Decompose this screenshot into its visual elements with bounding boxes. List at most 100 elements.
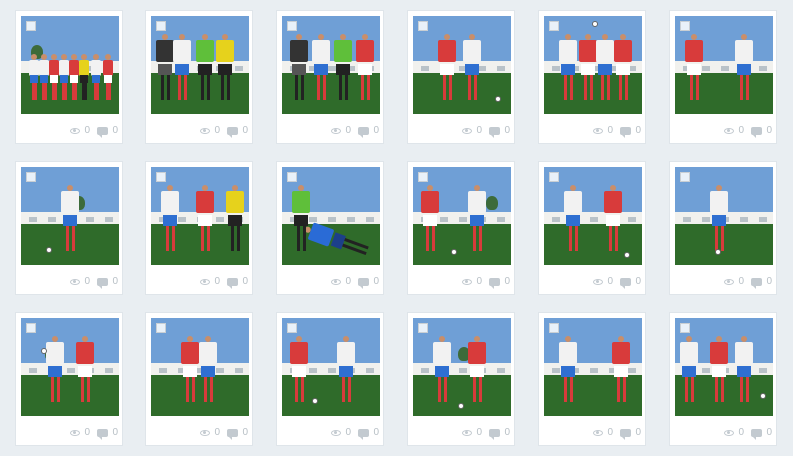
comments-count[interactable]: 0	[358, 124, 379, 138]
comments-count[interactable]: 0	[751, 124, 772, 138]
views-number: 0	[84, 427, 90, 438]
photo-thumbnail[interactable]	[675, 16, 773, 114]
photo-thumbnail[interactable]	[282, 16, 380, 114]
select-checkbox-icon[interactable]	[26, 172, 36, 182]
comment-icon	[620, 127, 632, 138]
player-shirt	[337, 342, 355, 365]
select-checkbox-icon[interactable]	[287, 323, 297, 333]
photo-card[interactable]: 00	[407, 161, 515, 295]
photo-thumbnail[interactable]	[675, 318, 773, 416]
select-checkbox-icon[interactable]	[26, 323, 36, 333]
photo-thumbnail[interactable]	[21, 16, 119, 114]
photo-thumbnail[interactable]	[21, 167, 119, 265]
photo-card[interactable]: 00	[538, 161, 646, 295]
select-checkbox-icon[interactable]	[680, 172, 690, 182]
building-window	[67, 367, 75, 373]
photo-card[interactable]: 00	[669, 10, 777, 144]
comments-count[interactable]: 0	[620, 426, 641, 440]
comments-count[interactable]: 0	[97, 124, 118, 138]
photo-card[interactable]: 00	[276, 312, 384, 446]
photo-card[interactable]: 00	[276, 10, 384, 144]
player-figure	[196, 34, 214, 100]
player-leg	[200, 225, 204, 251]
photo-thumbnail[interactable]	[413, 318, 511, 416]
photo-card[interactable]: 00	[145, 161, 253, 295]
photo-thumbnail[interactable]	[151, 318, 249, 416]
building-window	[105, 367, 113, 373]
photo-thumbnail[interactable]	[544, 16, 642, 114]
comments-count[interactable]: 0	[97, 426, 118, 440]
photo-thumbnail[interactable]	[21, 318, 119, 416]
photo-card[interactable]: 00	[145, 10, 253, 144]
photo-card[interactable]: 00	[538, 10, 646, 144]
player-shorts	[62, 215, 78, 226]
comments-count[interactable]: 0	[489, 275, 510, 289]
comments-count[interactable]: 0	[227, 124, 248, 138]
photo-card[interactable]: 00	[538, 312, 646, 446]
select-checkbox-icon[interactable]	[156, 323, 166, 333]
comments-count[interactable]: 0	[751, 275, 772, 289]
select-checkbox-icon[interactable]	[680, 21, 690, 31]
player-shorts	[469, 215, 485, 226]
comments-count[interactable]: 0	[97, 275, 118, 289]
comments-count[interactable]: 0	[358, 426, 379, 440]
eye-icon	[593, 279, 604, 285]
comments-count[interactable]: 0	[751, 426, 772, 440]
select-checkbox-icon[interactable]	[26, 21, 36, 31]
photo-thumbnail[interactable]	[544, 167, 642, 265]
select-checkbox-icon[interactable]	[549, 172, 559, 182]
photo-card[interactable]: 00	[15, 10, 123, 144]
photo-thumbnail[interactable]	[413, 16, 511, 114]
select-checkbox-icon[interactable]	[680, 323, 690, 333]
select-checkbox-icon[interactable]	[156, 21, 166, 31]
select-checkbox-icon[interactable]	[418, 323, 428, 333]
select-checkbox-icon[interactable]	[418, 21, 428, 31]
photo-card[interactable]: 00	[15, 161, 123, 295]
pitch-grass	[21, 374, 119, 416]
football	[451, 249, 457, 255]
player-shorts	[162, 215, 178, 226]
comment-icon	[358, 278, 370, 289]
photo-thumbnail[interactable]	[282, 318, 380, 416]
photo-thumbnail[interactable]	[544, 318, 642, 416]
player-shorts	[597, 64, 613, 75]
photo-card[interactable]: 00	[669, 312, 777, 446]
photo-card[interactable]: 00	[407, 312, 515, 446]
photo-thumbnail[interactable]	[413, 167, 511, 265]
player-figure	[91, 54, 101, 100]
photo-card[interactable]: 00	[407, 10, 515, 144]
photo-card[interactable]: 00	[145, 312, 253, 446]
select-checkbox-icon[interactable]	[156, 172, 166, 182]
photo-card[interactable]: 00	[15, 312, 123, 446]
photo-thumbnail[interactable]	[151, 167, 249, 265]
comments-count[interactable]: 0	[227, 426, 248, 440]
comments-count[interactable]: 0	[620, 124, 641, 138]
photo-stats: 00	[16, 275, 124, 289]
comments-count[interactable]: 0	[227, 275, 248, 289]
comments-count[interactable]: 0	[489, 426, 510, 440]
select-checkbox-icon[interactable]	[287, 172, 297, 182]
player-shorts	[560, 366, 576, 377]
building-window	[590, 216, 598, 222]
select-checkbox-icon[interactable]	[549, 323, 559, 333]
player-shirt	[468, 191, 486, 214]
player-figure	[69, 54, 79, 100]
views-count: 0	[724, 124, 744, 138]
photo-thumbnail[interactable]	[675, 167, 773, 265]
building-window	[628, 216, 636, 222]
photo-thumbnail[interactable]	[151, 16, 249, 114]
select-checkbox-icon[interactable]	[418, 172, 428, 182]
photo-card[interactable]: 00	[669, 161, 777, 295]
comments-count[interactable]: 0	[489, 124, 510, 138]
player-leg	[472, 376, 476, 402]
photo-thumbnail[interactable]	[282, 167, 380, 265]
player-leg	[220, 74, 224, 100]
select-checkbox-icon[interactable]	[287, 21, 297, 31]
photo-stats: 00	[277, 275, 385, 289]
comments-count[interactable]: 0	[620, 275, 641, 289]
photo-card[interactable]: 00	[276, 161, 384, 295]
select-checkbox-icon[interactable]	[549, 21, 559, 31]
comments-count[interactable]: 0	[358, 275, 379, 289]
player-shorts	[291, 64, 307, 75]
player-figure	[612, 336, 630, 402]
